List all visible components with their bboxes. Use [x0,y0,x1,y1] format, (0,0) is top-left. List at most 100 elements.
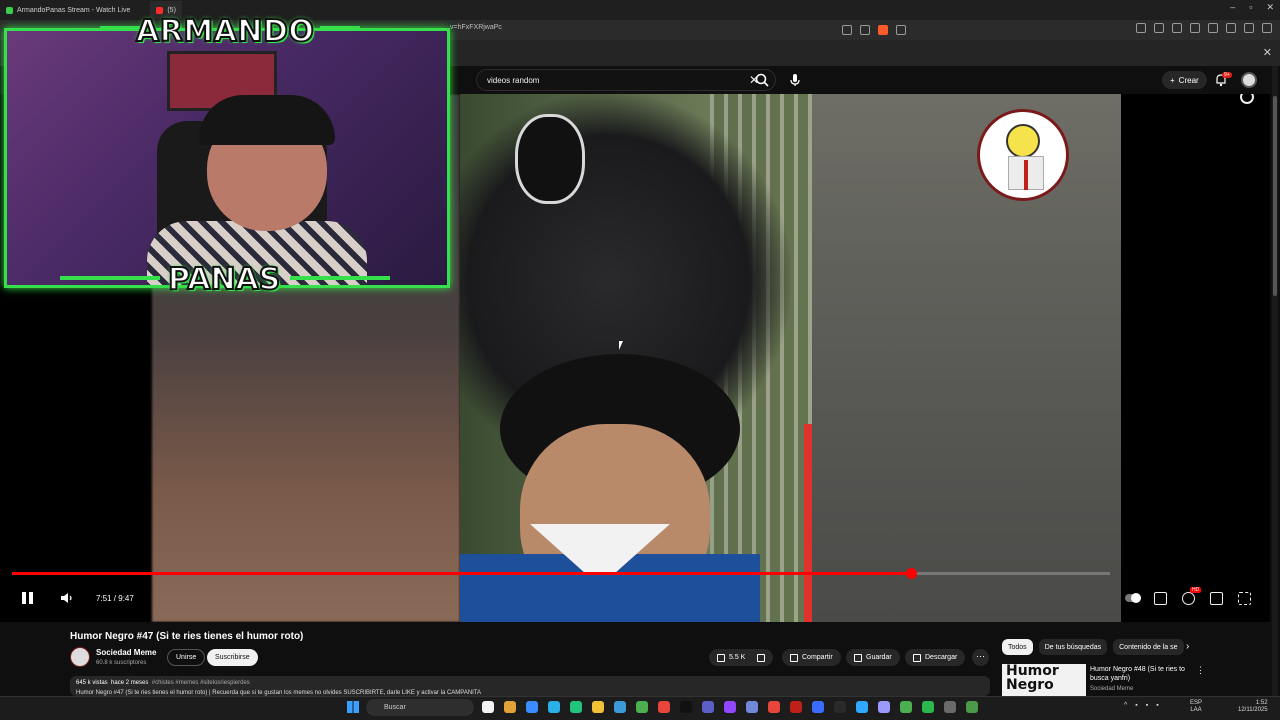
create-button[interactable]: + Crear [1162,71,1207,89]
search-input[interactable]: videos random [487,76,749,85]
music-icon[interactable] [1154,23,1164,33]
close-window-icon[interactable]: ✕ [1266,2,1274,13]
taskbar-app-icon[interactable] [680,701,692,713]
url-text[interactable]: v=hFxFXRjwaPc [450,24,502,31]
webcam-overlay: ARMANDO PANAS [0,13,452,298]
hashtags[interactable]: #chistes #memes #sitelosriespierdes [152,680,250,686]
taskbar-app-icon[interactable] [614,701,626,713]
share-page-icon[interactable] [860,25,870,35]
description-box[interactable]: 645 k vistas hace 2 meses #chistes #meme… [70,676,990,696]
volume-icon[interactable] [60,590,74,606]
subtitles-icon[interactable] [1154,592,1167,605]
taskbar-app-icon[interactable] [504,701,516,713]
recommendation-title[interactable]: Humor Negro #48 (Si te ries to busca yan… [1090,665,1190,683]
overlay-decoration [320,26,360,30]
battery-icon[interactable]: ▪ [1156,702,1158,709]
search-icon[interactable] [754,72,770,88]
recommendation-thumbnail[interactable]: Humor Negro [1002,664,1086,696]
join-button[interactable]: Unirse [167,649,206,666]
clock[interactable]: 1:52 12/11/2025 [1238,700,1268,714]
download-button[interactable]: Descargar [905,649,966,666]
extensions-icon[interactable] [1208,23,1218,33]
chip-from-searches[interactable]: De tus búsquedas [1038,639,1108,655]
recommendation-channel[interactable]: Sociedad Meme [1090,686,1133,692]
reading-list-icon[interactable] [1172,23,1182,33]
taskbar-app-icon[interactable] [548,701,560,713]
chevron-right-icon[interactable]: › [1186,641,1189,652]
webcam-feed [4,28,450,288]
system-tray: ^ ▪ ▪ ▪ [1124,702,1159,709]
theater-mode-icon[interactable] [1210,592,1223,605]
tie-shape [1024,160,1028,190]
pause-button[interactable] [22,590,38,606]
fullscreen-icon[interactable] [1238,592,1251,605]
taskbar-app-icon[interactable] [526,701,538,713]
taskbar-app-icon[interactable] [966,701,978,713]
scrollbar-thumb[interactable] [1273,96,1277,296]
taskbar-app-icon[interactable] [944,701,956,713]
like-button[interactable]: 5.5 K [717,653,745,662]
wallet-icon[interactable] [1226,23,1236,33]
screen: ArmandoPanas Stream - Watch Live (5) – ▫… [0,0,1280,720]
menu-icon[interactable] [1262,23,1272,33]
vpn-icon[interactable] [1244,23,1254,33]
more-actions-button[interactable]: ⋯ [972,649,989,666]
taskbar-app-icon[interactable] [570,701,582,713]
taskbar-app-icon[interactable] [834,701,846,713]
dislike-button[interactable] [757,653,766,662]
minimize-icon[interactable]: – [1230,2,1235,13]
maximize-icon[interactable]: ▫ [1249,2,1252,13]
taskbar-app-icon[interactable] [592,701,604,713]
taskbar-app-icon[interactable] [746,701,758,713]
chip-related-content[interactable]: Contenido de la se [1113,639,1184,655]
tray-app-icon[interactable]: ▪ [1135,702,1137,709]
install-app-icon[interactable] [842,25,852,35]
close-infobar-icon[interactable]: ✕ [1263,46,1272,59]
taskbar-app-icon[interactable] [812,701,824,713]
taskbar-app-icon[interactable] [790,701,802,713]
thumbs-up-icon [717,653,725,662]
microphone-icon[interactable] [787,72,803,88]
taskbar-app-icon[interactable] [768,701,780,713]
recommendation-menu-icon[interactable]: ⋮ [1196,665,1205,676]
save-button[interactable]: Guardar [846,649,900,666]
channel-avatar[interactable] [70,647,90,667]
account-avatar[interactable] [1241,72,1257,88]
chip-all[interactable]: Todos [1002,639,1033,655]
rewards-icon[interactable] [896,25,906,35]
progress-bar[interactable] [12,572,1110,575]
video-info-icon[interactable] [1240,94,1254,104]
taskbar-app-icon[interactable] [702,701,714,713]
window-controls: – ▫ ✕ [1230,2,1274,13]
search-box[interactable]: videos random ✕ [476,69,776,91]
taskbar-app-icon[interactable] [856,701,868,713]
windows-start-icon[interactable] [347,701,359,713]
share-icon [790,653,798,662]
tray-chevron-icon[interactable]: ^ [1124,702,1127,709]
streamer-cap [199,95,335,145]
taskbar-app-icon[interactable] [482,701,494,713]
taskbar-app-icon[interactable] [658,701,670,713]
taskbar-app-icon[interactable] [900,701,912,713]
tab-stream[interactable]: ArmandoPanas Stream - Watch Live [0,1,136,19]
taskbar-search[interactable]: Buscar [366,699,474,716]
taskbar-app-icon[interactable] [878,701,890,713]
taskbar-app-icon[interactable] [922,701,934,713]
language-indicator[interactable]: ESP LAA [1190,700,1202,714]
subscribe-button[interactable]: Suscribirse [207,649,258,666]
screenshot-icon[interactable] [1190,23,1200,33]
taskbar-app-icon[interactable] [636,701,648,713]
share-button[interactable]: Compartir [782,649,841,666]
network-icon[interactable]: ▪ [1146,702,1148,709]
autoplay-toggle[interactable] [1125,593,1141,603]
toolbar-icons [1136,23,1272,33]
sidebar-icon[interactable] [1136,23,1146,33]
red-object [804,424,812,622]
settings-gear-icon[interactable] [1182,592,1195,605]
channel-name[interactable]: Sociedad Meme [96,648,156,657]
overlay-title-bottom: PANAS [167,261,281,298]
taskbar-app-icon[interactable] [724,701,736,713]
brave-shields-icon[interactable] [878,25,888,35]
quality-badge: HD [1190,587,1202,593]
video-title: Humor Negro #47 (Si te ries tienes el hu… [70,631,304,642]
